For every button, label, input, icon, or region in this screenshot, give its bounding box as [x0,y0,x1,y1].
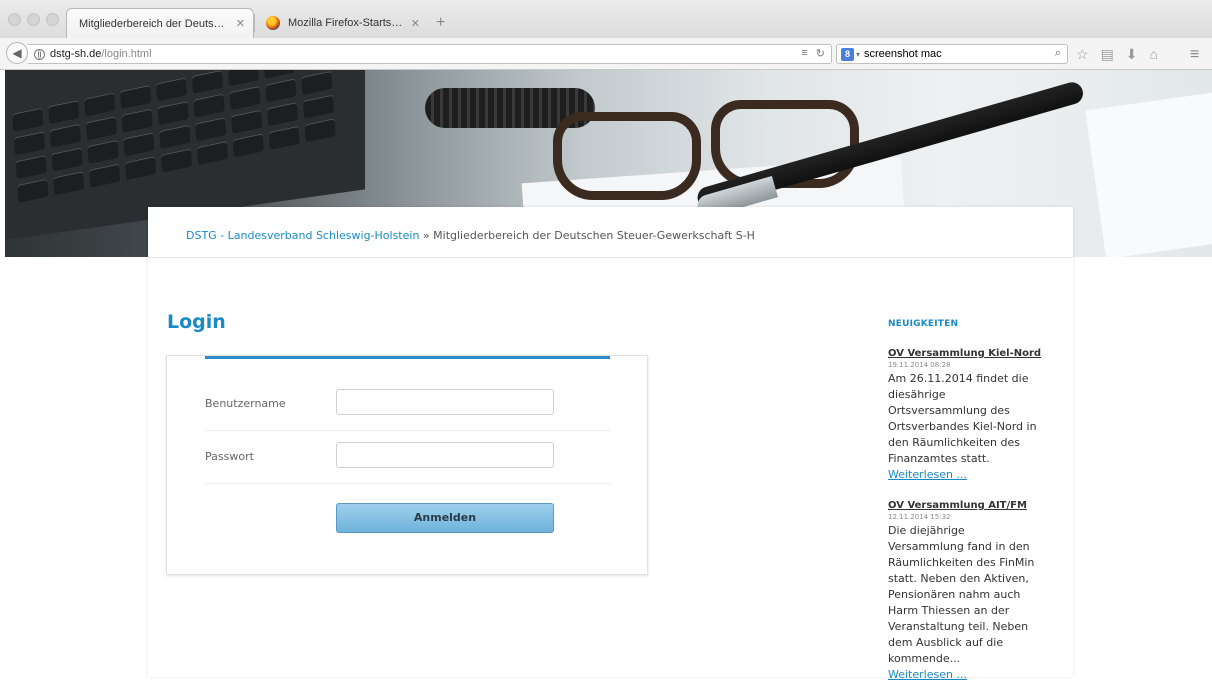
url-actions: ≡ ↻ [801,47,825,60]
search-input[interactable]: screenshot mac [864,48,942,60]
read-more-link[interactable]: Weiterlesen ... [888,667,1038,683]
reload-icon[interactable]: ↻ [816,47,825,60]
divider [205,430,610,431]
home-icon[interactable]: ⌂ [1150,46,1158,63]
new-tab-button[interactable]: + [436,14,445,32]
breadcrumb-separator: » [419,229,434,242]
login-form: Benutzername Passwort Anmelden [166,355,648,575]
search-engine-icon[interactable]: 8 [841,47,854,61]
page-title: Login [167,311,226,333]
url-bar[interactable]: dstg-sh.de/login.html ≡ ↻ [28,44,832,64]
login-button[interactable]: Anmelden [336,503,554,533]
reader-icon[interactable]: ≡ [801,47,807,60]
bookmarks-list-icon[interactable]: ▤ [1101,46,1114,63]
back-button[interactable]: ◀ [6,42,28,64]
download-icon[interactable]: ⬇ [1126,46,1138,63]
news-title-link[interactable]: OV Versammlung Kiel-Nord [888,348,1041,359]
password-label: Passwort [205,450,254,463]
close-window-button[interactable] [8,13,21,26]
navigation-bar: ◀ dstg-sh.de/login.html ≡ ↻ 8 ▾ screensh… [0,38,1212,70]
minimize-window-button[interactable] [27,13,40,26]
tab-firefox-start[interactable]: Mozilla Firefox-Startseite ✕ [258,8,428,38]
window-controls [8,13,59,26]
content-panel: DSTG - Landesverband Schleswig-Holstein … [148,207,1073,681]
news-date: 19.11.2014 08:28 [888,361,951,369]
breadcrumb-current: Mitgliederbereich der Deutschen Steuer-G… [433,229,755,242]
close-icon[interactable]: ✕ [236,17,245,30]
news-item: OV Versammlung Kiel-Nord 19.11.2014 08:2… [888,348,1041,483]
url-host: dstg-sh.de [50,48,102,60]
username-label: Benutzername [205,397,286,410]
book-graphic [1085,90,1212,257]
search-icon[interactable]: ⌕ [1055,47,1061,60]
news-heading: NEUIGKEITEN [888,319,959,329]
username-field[interactable] [336,389,554,415]
breadcrumb: DSTG - Landesverband Schleswig-Holstein … [186,229,755,242]
news-body: Die diejährige Versammlung fand in den R… [888,524,1035,665]
chevron-down-icon[interactable]: ▾ [856,50,860,59]
read-more-link[interactable]: Weiterlesen ... [888,467,1038,483]
news-sidebar: NEUIGKEITEN OV Versammlung Kiel-Nord 19.… [888,319,1041,683]
glasses-graphic [553,112,701,200]
arrow-left-icon: ◀ [12,46,22,60]
url-path: /login.html [101,48,152,60]
bookmark-star-icon[interactable]: ☆ [1076,46,1089,63]
close-icon[interactable]: ✕ [411,17,420,30]
news-body: Am 26.11.2014 findet die diesährige Orts… [888,372,1037,465]
tab-active[interactable]: Mitgliederbereich der Deutschen ... ✕ [66,8,254,38]
tab-title: Mitgliederbereich der Deutschen ... [79,17,230,30]
news-item: OV Versammlung AIT/FM 12.11.2014 15:32 D… [888,500,1038,683]
search-bar[interactable]: 8 ▾ screenshot mac ⌕ [836,44,1068,64]
firefox-icon [266,16,280,30]
zoom-window-button[interactable] [46,13,59,26]
news-date: 12.11.2014 15:32 [888,513,951,521]
news-title-link[interactable]: OV Versammlung AIT/FM [888,500,1038,511]
globe-icon [34,48,45,60]
toolbar-icons: ☆ ▤ ⬇ ⌂ [1076,46,1158,63]
form-accent-line [205,356,610,359]
divider [205,483,610,484]
tab-separator [254,14,255,32]
breadcrumb-home-link[interactable]: DSTG - Landesverband Schleswig-Holstein [186,229,419,242]
password-field[interactable] [336,442,554,468]
menu-icon[interactable]: ≡ [1190,46,1199,64]
tab-title: Mozilla Firefox-Startseite [288,17,405,29]
tab-bar: Mitgliederbereich der Deutschen ... ✕ Mo… [0,0,1212,38]
divider [148,257,1073,258]
